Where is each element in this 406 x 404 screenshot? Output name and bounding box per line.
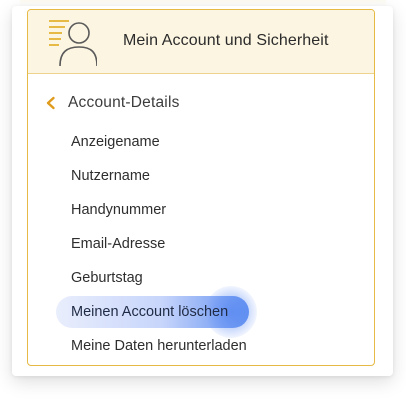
menu-item-label: Email-Adresse [71,236,166,252]
section-title: Account-Details [68,94,180,111]
menu-item-label: Anzeigename [71,134,160,150]
menu-item-birthday[interactable]: Geburtstag [56,261,356,295]
menu-item-label: Handynummer [71,202,167,218]
account-details-menu: Anzeigename Nutzername Handynummer Email… [56,125,356,363]
menu-item-phone-number[interactable]: Handynummer [56,193,356,227]
menu-item-label: Nutzername [71,168,150,184]
menu-item-label: Geburtstag [71,270,143,286]
panel-title: Mein Account und Sicherheit [123,32,329,49]
back-navigation[interactable]: Account-Details [44,92,180,114]
screen: Mein Account und Sicherheit Account-Deta… [0,0,406,404]
panel-header: Mein Account und Sicherheit [28,10,374,74]
settings-panel: Mein Account und Sicherheit Account-Deta… [27,9,375,366]
menu-item-username[interactable]: Nutzername [56,159,356,193]
menu-item-delete-account[interactable]: Meinen Account löschen [56,286,257,338]
menu-item-label: Meine Daten herunterladen [71,338,247,354]
menu-item-download-data[interactable]: Meine Daten herunterladen [56,329,356,363]
account-list-icon [49,20,97,67]
menu-item-email[interactable]: Email-Adresse [56,227,356,261]
menu-item-label: Meinen Account löschen [71,304,229,320]
settings-card: Mein Account und Sicherheit Account-Deta… [12,6,393,376]
menu-item-display-name[interactable]: Anzeigename [56,125,356,159]
chevron-left-icon[interactable] [44,96,58,110]
